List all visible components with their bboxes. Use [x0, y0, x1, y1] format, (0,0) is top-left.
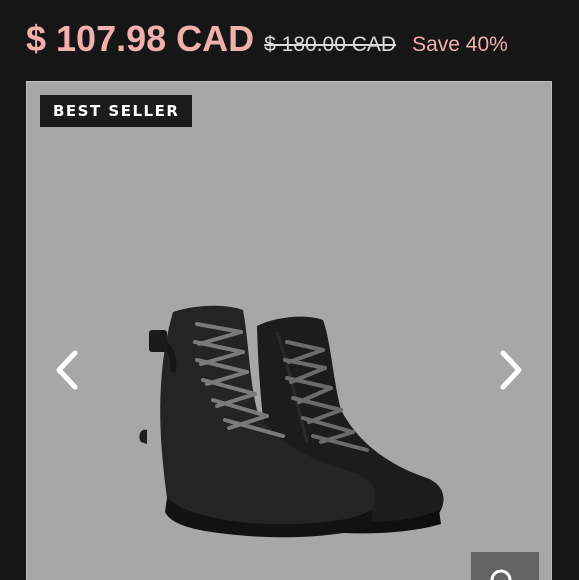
zoom-button[interactable]	[471, 552, 539, 580]
previous-image-button[interactable]	[51, 347, 83, 393]
best-seller-badge: BEST SELLER	[40, 95, 193, 127]
chevron-right-icon	[500, 350, 522, 390]
original-price: $ 180.00 CAD	[264, 33, 397, 56]
chevron-left-icon	[56, 350, 78, 390]
product-page: $ 107.98 CAD $ 180.00 CAD Save 40% BEST …	[0, 0, 579, 580]
product-image-boots	[139, 305, 444, 538]
savings-text: Save 40%	[412, 33, 508, 56]
next-image-button[interactable]	[495, 347, 527, 393]
product-image-gallery[interactable]: BEST SELLER	[26, 81, 552, 580]
sale-price: $ 107.98 CAD	[26, 18, 255, 59]
price-row: $ 107.98 CAD $ 180.00 CAD Save 40%	[26, 18, 508, 60]
zoom-icon	[490, 569, 512, 580]
